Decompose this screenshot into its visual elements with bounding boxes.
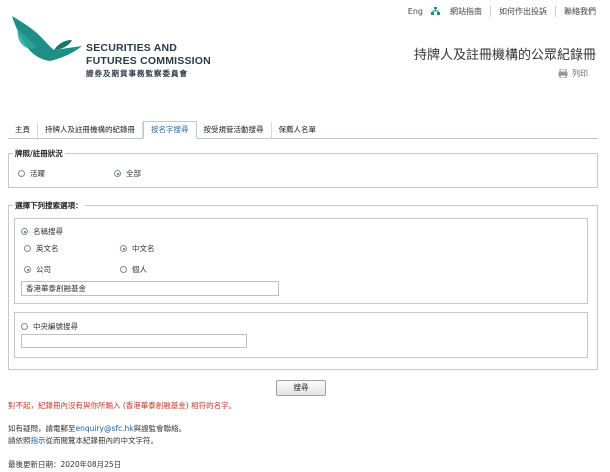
guide-link[interactable]: 指示 (31, 436, 46, 445)
logo-text-chinese: 證券及期貨事務監察委員會 (86, 69, 188, 78)
enquiry-text: 如有疑問，請電郵至enquiry@sfc.hk與證監會聯絡。 (8, 423, 186, 434)
radio-icon (18, 170, 25, 177)
guide-suffix: 從而閱覽本紀錄冊內的中文字符。 (45, 436, 159, 445)
sitemap-link[interactable]: 網站指南 (450, 6, 482, 17)
complaint-link[interactable]: 如何作出投訴 (499, 6, 547, 17)
ce-search-label: 中央編號搜尋 (33, 322, 78, 331)
radio-icon (120, 266, 127, 273)
name-search-label: 名稱搜尋 (33, 227, 63, 236)
nav-tabs: 主頁 持牌人及註冊機構的紀錄冊 按名字搜尋 按受規管活動搜尋 保薦人名單 (8, 121, 598, 139)
enquiry-suffix: 與證監會聯絡。 (133, 424, 187, 433)
tab-search-by-activity[interactable]: 按受規管活動搜尋 (197, 122, 272, 138)
logo-text-line1: SECURITIES AND (86, 42, 178, 54)
sitemap-icon[interactable] (431, 7, 440, 15)
enquiry-prefix: 如有疑問，請電郵至 (8, 424, 76, 433)
status-all-radio[interactable]: 全部 (114, 168, 141, 179)
search-button[interactable]: 搜尋 (276, 380, 326, 396)
page-title: 持牌人及註冊機構的公眾紀錄冊 (413, 48, 596, 63)
tab-home[interactable]: 主頁 (8, 122, 38, 138)
name-search-radio[interactable]: 名稱搜尋 (21, 226, 63, 237)
search-options-legend: 選擇下列搜索選項： (13, 200, 85, 211)
company-label: 公司 (36, 265, 51, 274)
english-name-label: 英文名 (36, 244, 59, 253)
guide-text: 請依照指示從而閱覽本紀錄冊內的中文字符。 (8, 435, 158, 446)
radio-selected-icon (24, 266, 31, 273)
ce-search-radio[interactable]: 中央編號搜尋 (21, 321, 78, 332)
status-active-radio[interactable]: 活躍 (18, 168, 45, 179)
print-label: 列印 (572, 69, 588, 78)
divider (555, 5, 556, 17)
name-search-input[interactable]: 香港華泰創融基金 (21, 281, 279, 296)
tab-search-by-name[interactable]: 按名字搜尋 (143, 121, 197, 139)
logo-text-line2: FUTURES COMMISSION (86, 55, 211, 67)
radio-icon (21, 323, 28, 330)
contact-link[interactable]: 聯絡我們 (564, 6, 596, 17)
company-radio[interactable]: 公司 (24, 264, 51, 275)
guide-prefix: 請依照 (8, 436, 31, 445)
license-status-legend: 牌照/註冊狀況 (13, 148, 65, 159)
error-message: 對不起，紀錄冊內沒有與你所輸入 (香港華泰創融基金) 相符的名字。 (8, 401, 237, 410)
english-name-radio[interactable]: 英文名 (24, 243, 59, 254)
printer-icon (558, 69, 568, 78)
language-link[interactable]: Eng (408, 7, 423, 16)
individual-radio[interactable]: 個人 (120, 264, 147, 275)
radio-selected-icon (21, 228, 28, 235)
tab-register[interactable]: 持牌人及註冊機構的紀錄冊 (38, 122, 143, 138)
radio-selected-icon (114, 170, 121, 177)
status-active-label: 活躍 (30, 169, 45, 178)
chinese-name-radio[interactable]: 中文名 (120, 243, 155, 254)
license-status-fieldset (8, 153, 598, 188)
sfc-logo[interactable]: SECURITIES AND FUTURES COMMISSION 證券及期貨事… (10, 14, 211, 78)
bird-logo-icon (12, 16, 82, 61)
print-link[interactable]: 列印 (558, 68, 588, 79)
radio-selected-icon (120, 245, 127, 252)
ce-number-input[interactable] (21, 334, 247, 348)
divider (490, 5, 491, 17)
last-updated: 最後更新日期：2020年08月25日 (8, 460, 122, 469)
enquiry-email-link[interactable]: enquiry@sfc.hk (76, 424, 134, 433)
chinese-name-label: 中文名 (132, 244, 155, 253)
status-all-label: 全部 (126, 169, 141, 178)
top-links: Eng 網站指南 如何作出投訴 聯絡我們 (408, 5, 596, 17)
tab-sponsor-list[interactable]: 保薦人名單 (272, 122, 324, 138)
individual-label: 個人 (132, 265, 147, 274)
radio-icon (24, 245, 31, 252)
